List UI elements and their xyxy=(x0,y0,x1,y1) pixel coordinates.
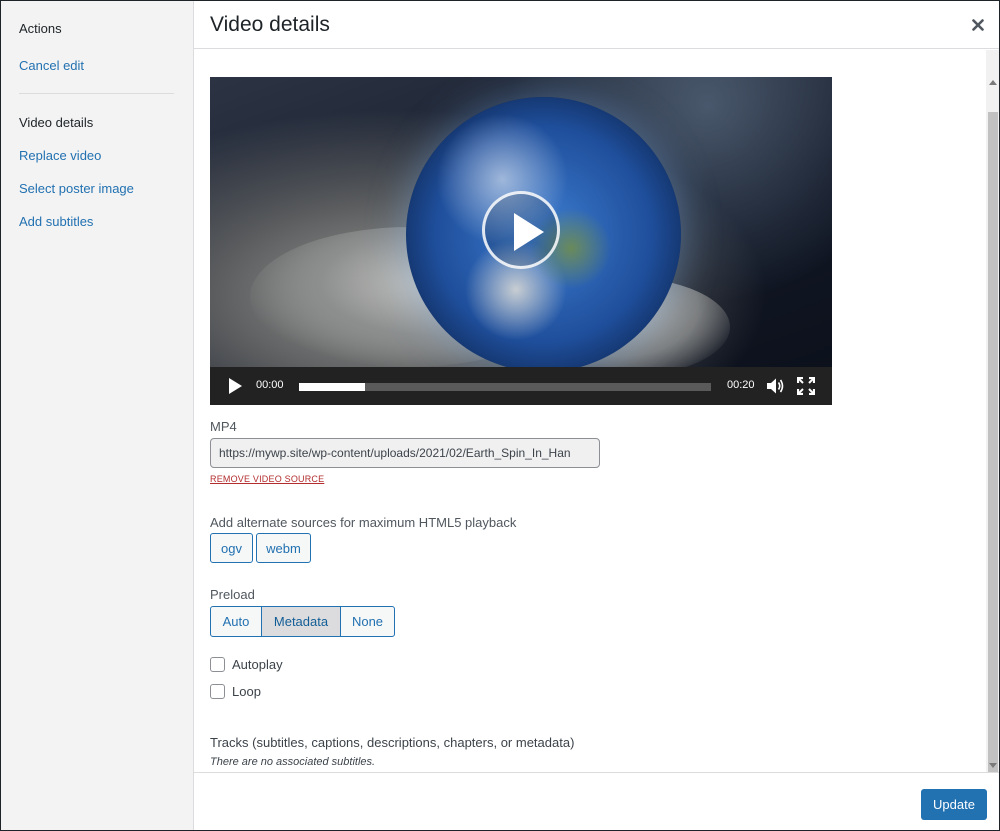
sidebar-item-add-subtitles[interactable]: Add subtitles xyxy=(19,214,93,229)
cancel-edit-link[interactable]: Cancel edit xyxy=(19,58,84,73)
autoplay-option: Autoplay xyxy=(210,657,283,672)
no-subtitles-note: There are no associated subtitles. xyxy=(210,756,376,768)
source-format-label: MP4 xyxy=(210,419,237,434)
page-title: Video details xyxy=(210,13,330,36)
progress-buffered xyxy=(299,383,365,391)
tracks-label: Tracks (subtitles, captions, description… xyxy=(210,735,575,750)
sidebar-item-select-poster-image[interactable]: Select poster image xyxy=(19,181,134,196)
alternate-sources-label: Add alternate sources for maximum HTML5 … xyxy=(210,515,517,530)
scroll-down-arrow-icon[interactable] xyxy=(989,763,997,768)
duration-time: 00:20 xyxy=(727,379,755,391)
preload-none-button[interactable]: None xyxy=(340,606,395,637)
play-icon[interactable] xyxy=(229,378,242,394)
add-ogv-button[interactable]: ogv xyxy=(210,533,253,563)
sidebar-item-replace-video[interactable]: Replace video xyxy=(19,148,101,163)
loop-checkbox[interactable] xyxy=(210,684,225,699)
progress-bar[interactable] xyxy=(299,383,711,391)
video-player[interactable]: 00:00 00:20 xyxy=(210,77,832,405)
preload-metadata-button[interactable]: Metadata xyxy=(261,606,341,637)
update-button[interactable]: Update xyxy=(921,789,987,820)
content-scrollbar[interactable] xyxy=(986,50,999,772)
current-time: 00:00 xyxy=(256,379,284,391)
volume-icon[interactable] xyxy=(766,377,786,395)
close-button[interactable] xyxy=(964,11,992,39)
media-modal: Actions Cancel edit Video details Replac… xyxy=(0,0,1000,831)
actions-sidebar: Actions Cancel edit Video details Replac… xyxy=(1,1,194,830)
scroll-up-arrow-icon[interactable] xyxy=(989,80,997,85)
sidebar-divider xyxy=(19,93,174,94)
autoplay-checkbox[interactable] xyxy=(210,657,225,672)
fullscreen-icon[interactable] xyxy=(797,377,815,395)
preload-label: Preload xyxy=(210,587,255,602)
video-source-url-field[interactable]: https://mywp.site/wp-content/uploads/202… xyxy=(210,438,600,468)
player-controls: 00:00 00:20 xyxy=(210,367,832,405)
modal-header: Video details xyxy=(194,1,999,49)
autoplay-label: Autoplay xyxy=(232,657,283,672)
scroll-thumb[interactable] xyxy=(988,112,998,772)
big-play-button[interactable] xyxy=(482,191,560,269)
actions-heading: Actions xyxy=(19,21,62,36)
close-icon xyxy=(972,19,984,31)
loop-label: Loop xyxy=(232,684,261,699)
loop-option: Loop xyxy=(210,684,261,699)
video-details-heading: Video details xyxy=(19,115,94,130)
remove-video-source-link[interactable]: REMOVE VIDEO SOURCE xyxy=(210,474,324,484)
preload-auto-button[interactable]: Auto xyxy=(210,606,262,637)
details-content: 00:00 00:20 MP4 https://mywp.site/wp-con… xyxy=(194,50,986,772)
add-webm-button[interactable]: webm xyxy=(256,533,311,563)
modal-footer: Update xyxy=(194,772,999,830)
